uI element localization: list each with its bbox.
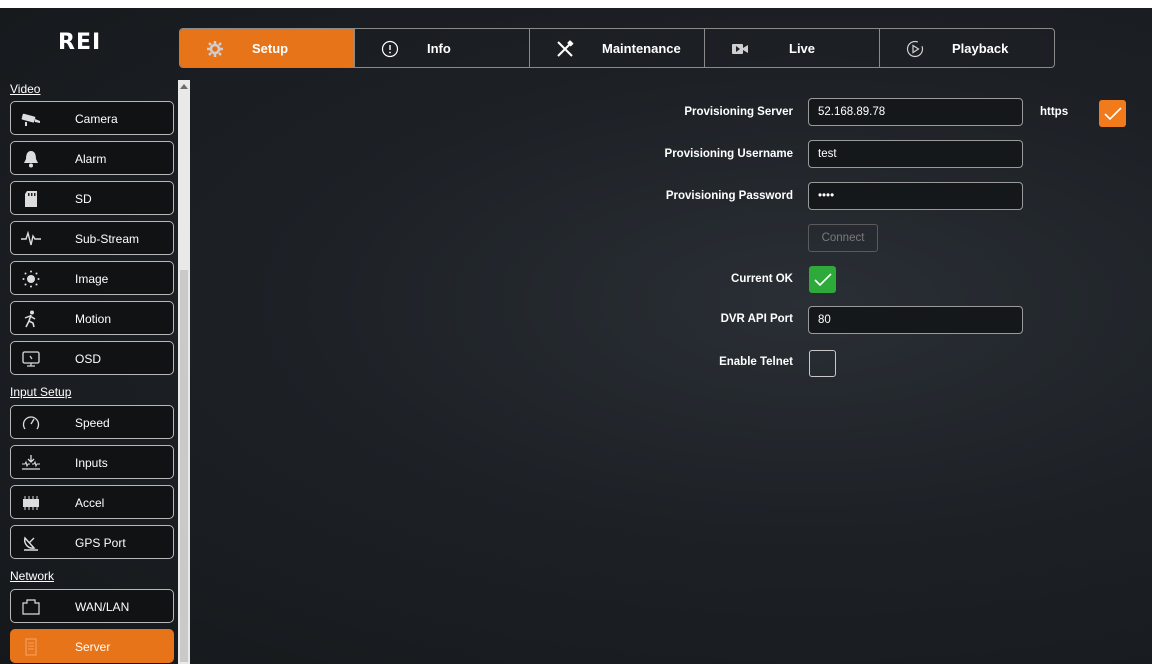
sidebar-item-label: Sub-Stream — [75, 232, 140, 246]
sidebar-item-sub-stream[interactable]: Sub-Stream — [10, 221, 174, 255]
sidebar-item-label: Server — [75, 640, 111, 654]
network-port-icon — [21, 597, 41, 617]
sidebar-item-inputs[interactable]: Inputs — [10, 445, 174, 479]
logo: REI — [58, 30, 102, 55]
sidebar-item-label: Camera — [75, 112, 118, 126]
sidebar-item-camera[interactable]: Camera — [10, 101, 174, 135]
https-checkbox[interactable] — [1099, 100, 1126, 127]
https-label: https — [1040, 106, 1069, 118]
connect-button[interactable]: Connect — [808, 224, 878, 252]
speedometer-icon — [21, 413, 41, 433]
tab-setup[interactable]: Setup — [180, 29, 355, 67]
tools-icon — [556, 40, 574, 58]
app-window: REI Setup Info Maintenance Live Playback… — [0, 8, 1152, 664]
dvr-api-port-label: DVR API Port — [720, 313, 793, 325]
tab-label: Info — [427, 41, 451, 56]
sidebar-item-accel[interactable]: Accel — [10, 485, 174, 519]
tab-info[interactable]: Info — [355, 29, 530, 67]
sidebar-item-motion[interactable]: Motion — [10, 301, 174, 335]
bell-icon — [21, 149, 41, 169]
tab-label: Live — [789, 41, 816, 56]
gear-icon — [206, 40, 224, 58]
tab-playback[interactable]: Playback — [880, 29, 1054, 67]
sidebar-item-server[interactable]: Server — [10, 629, 174, 663]
sidebar-item-label: SD — [75, 192, 92, 206]
provisioning-server-label: Provisioning Server — [684, 106, 793, 118]
inputs-icon — [21, 453, 41, 473]
current-ok-checkbox[interactable] — [809, 266, 836, 293]
tab-label: Setup — [252, 41, 289, 56]
provisioning-username-input[interactable] — [808, 140, 1023, 168]
tab-label: Playback — [952, 41, 1009, 56]
sidebar-item-sd[interactable]: SD — [10, 181, 174, 215]
monitor-icon — [21, 349, 41, 369]
provisioning-password-input[interactable] — [808, 182, 1023, 210]
checkmark-icon — [813, 272, 832, 286]
server-icon — [21, 637, 41, 657]
tab-label: Maintenance — [602, 41, 681, 56]
scrollbar-thumb[interactable] — [180, 270, 188, 662]
sidebar-item-label: Inputs — [75, 456, 108, 470]
dvr-api-port-input[interactable] — [808, 306, 1023, 334]
checkmark-icon — [1103, 106, 1122, 120]
sidebar-item-speed[interactable]: Speed — [10, 405, 174, 439]
section-title-network: Network — [10, 569, 55, 583]
walking-icon — [21, 309, 41, 329]
sidebar-item-wan-lan[interactable]: WAN/LAN — [10, 589, 174, 623]
sidebar-scrollbar[interactable] — [178, 80, 190, 664]
tab-live[interactable]: Live — [705, 29, 880, 67]
sidebar: Video Camera Alarm SD Sub-Stream Image M… — [10, 80, 175, 664]
main-tabs: Setup Info Maintenance Live Playback — [179, 28, 1055, 68]
scroll-up-arrow-icon[interactable] — [180, 84, 188, 89]
current-ok-label: Current OK — [731, 273, 793, 285]
sidebar-item-label: Image — [75, 272, 109, 286]
section-title-video: Video — [10, 82, 41, 96]
sidebar-item-label: Motion — [75, 312, 112, 326]
sidebar-item-label: Accel — [75, 496, 105, 510]
sidebar-item-gps-port[interactable]: GPS Port — [10, 525, 174, 559]
video-icon — [731, 40, 749, 58]
sidebar-item-label: Alarm — [75, 152, 107, 166]
provisioning-username-label: Provisioning Username — [664, 148, 793, 160]
waveform-icon — [21, 229, 41, 249]
tab-maintenance[interactable]: Maintenance — [530, 29, 705, 67]
sidebar-item-osd[interactable]: OSD — [10, 341, 174, 375]
brightness-icon — [21, 269, 41, 289]
enable-telnet-label: Enable Telnet — [719, 356, 793, 368]
sidebar-item-alarm[interactable]: Alarm — [10, 141, 174, 175]
sidebar-item-label: GPS Port — [75, 536, 126, 550]
satellite-icon — [21, 533, 41, 553]
enable-telnet-checkbox[interactable] — [809, 350, 836, 377]
section-title-input-setup: Input Setup — [10, 385, 72, 399]
sidebar-item-label: WAN/LAN — [75, 600, 130, 614]
provisioning-server-input[interactable] — [808, 98, 1023, 126]
provisioning-password-label: Provisioning Password — [665, 190, 793, 202]
camera-icon — [21, 109, 41, 129]
playback-icon — [906, 40, 924, 58]
sd-card-icon — [21, 189, 41, 209]
sidebar-item-label: OSD — [75, 352, 102, 366]
info-icon — [381, 40, 399, 58]
sidebar-item-label: Speed — [75, 416, 110, 430]
sidebar-item-image[interactable]: Image — [10, 261, 174, 295]
chip-icon — [21, 493, 41, 513]
